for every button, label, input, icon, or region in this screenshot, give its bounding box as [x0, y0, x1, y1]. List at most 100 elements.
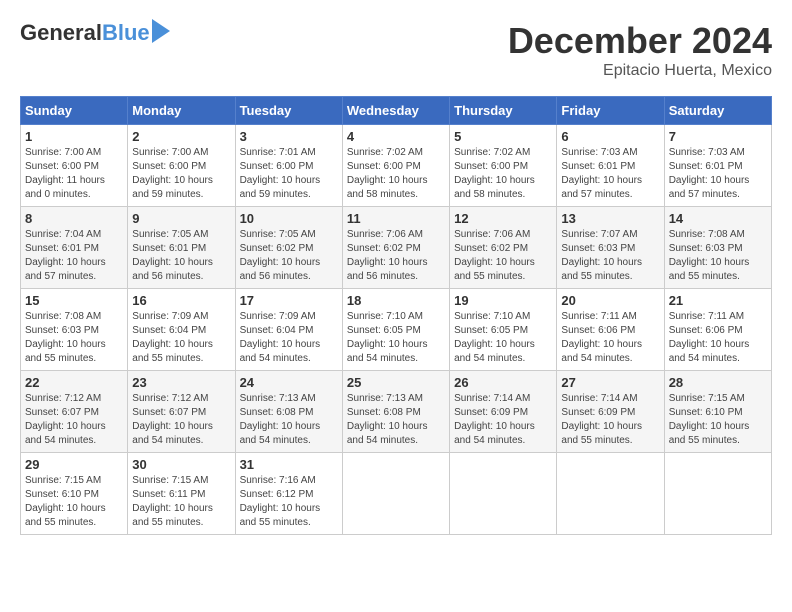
- day-info: Sunrise: 7:13 AM Sunset: 6:08 PM Dayligh…: [240, 392, 338, 448]
- calendar-week-row: 1 Sunrise: 7:00 AM Sunset: 6:00 PM Daylig…: [21, 125, 772, 207]
- day-info: Sunrise: 7:05 AM Sunset: 6:02 PM Dayligh…: [240, 228, 338, 284]
- day-info: Sunrise: 7:10 AM Sunset: 6:05 PM Dayligh…: [454, 310, 552, 366]
- calendar-day-cell: 17Sunrise: 7:09 AM Sunset: 6:04 PM Dayli…: [235, 289, 342, 371]
- day-number: 26: [454, 375, 552, 390]
- day-info: Sunrise: 7:07 AM Sunset: 6:03 PM Dayligh…: [561, 228, 659, 284]
- calendar-day-cell: 1 Sunrise: 7:00 AM Sunset: 6:00 PM Daylig…: [21, 125, 128, 207]
- day-info: Sunrise: 7:12 AM Sunset: 6:07 PM Dayligh…: [132, 392, 230, 448]
- day-number: 25: [347, 375, 445, 390]
- day-number: 20: [561, 293, 659, 308]
- calendar-day-cell: [664, 453, 771, 535]
- day-number: 28: [669, 375, 767, 390]
- day-number: 3: [240, 129, 338, 144]
- calendar-day-cell: 20 Sunrise: 7:11 AM Sunset: 6:06 PM Dayli…: [557, 289, 664, 371]
- logo: General Blue: [20, 20, 170, 46]
- day-info: Sunrise: 7:12 AM Sunset: 6:07 PM Dayligh…: [25, 392, 123, 448]
- calendar-day-cell: 5 Sunrise: 7:02 AM Sunset: 6:00 PM Daylig…: [450, 125, 557, 207]
- calendar-day-cell: 16 Sunrise: 7:09 AM Sunset: 6:04 PM Dayli…: [128, 289, 235, 371]
- location: Epitacio Huerta, Mexico: [508, 62, 772, 80]
- day-info: Sunrise: 7:10 AM Sunset: 6:05 PM Dayligh…: [347, 310, 445, 366]
- day-info: Sunrise: 7:11 AM Sunset: 6:06 PM Dayligh…: [669, 310, 767, 366]
- day-info: Sunrise: 7:02 AM Sunset: 6:00 PM Dayligh…: [454, 146, 552, 202]
- calendar-day-cell: 7 Sunrise: 7:03 AM Sunset: 6:01 PM Daylig…: [664, 125, 771, 207]
- calendar-header-row: SundayMondayTuesdayWednesdayThursdayFrid…: [21, 97, 772, 125]
- calendar-day-cell: 10 Sunrise: 7:05 AM Sunset: 6:02 PM Dayli…: [235, 207, 342, 289]
- logo-arrow-icon: [152, 19, 170, 43]
- day-number: 24: [240, 375, 338, 390]
- calendar-day-cell: 29 Sunrise: 7:15 AM Sunset: 6:10 PM Dayli…: [21, 453, 128, 535]
- day-info: Sunrise: 7:05 AM Sunset: 6:01 PM Dayligh…: [132, 228, 230, 284]
- day-info: Sunrise: 7:14 AM Sunset: 6:09 PM Dayligh…: [561, 392, 659, 448]
- calendar-day-cell: 11Sunrise: 7:06 AM Sunset: 6:02 PM Dayli…: [342, 207, 449, 289]
- day-number: 5: [454, 129, 552, 144]
- calendar-day-cell: 23 Sunrise: 7:12 AM Sunset: 6:07 PM Dayli…: [128, 371, 235, 453]
- day-number: 16: [132, 293, 230, 308]
- calendar-day-cell: 19 Sunrise: 7:10 AM Sunset: 6:05 PM Dayli…: [450, 289, 557, 371]
- calendar-header-day: Tuesday: [235, 97, 342, 125]
- day-info: Sunrise: 7:11 AM Sunset: 6:06 PM Dayligh…: [561, 310, 659, 366]
- day-number: 12: [454, 211, 552, 226]
- calendar-week-row: 15 Sunrise: 7:08 AM Sunset: 6:03 PM Dayli…: [21, 289, 772, 371]
- calendar-table: SundayMondayTuesdayWednesdayThursdayFrid…: [20, 96, 772, 535]
- logo-general: General: [20, 20, 102, 46]
- day-info: Sunrise: 7:03 AM Sunset: 6:01 PM Dayligh…: [561, 146, 659, 202]
- day-info: Sunrise: 7:15 AM Sunset: 6:11 PM Dayligh…: [132, 474, 230, 530]
- calendar-week-row: 29 Sunrise: 7:15 AM Sunset: 6:10 PM Dayli…: [21, 453, 772, 535]
- calendar-week-row: 8Sunrise: 7:04 AM Sunset: 6:01 PM Daylig…: [21, 207, 772, 289]
- day-info: Sunrise: 7:15 AM Sunset: 6:10 PM Dayligh…: [25, 474, 123, 530]
- day-info: Sunrise: 7:00 AM Sunset: 6:00 PM Dayligh…: [132, 146, 230, 202]
- day-number: 17: [240, 293, 338, 308]
- calendar-day-cell: 26 Sunrise: 7:14 AM Sunset: 6:09 PM Dayli…: [450, 371, 557, 453]
- calendar-day-cell: 4Sunrise: 7:02 AM Sunset: 6:00 PM Daylig…: [342, 125, 449, 207]
- calendar-day-cell: 21 Sunrise: 7:11 AM Sunset: 6:06 PM Dayli…: [664, 289, 771, 371]
- day-number: 7: [669, 129, 767, 144]
- day-number: 9: [132, 211, 230, 226]
- day-number: 22: [25, 375, 123, 390]
- calendar-day-cell: 25Sunrise: 7:13 AM Sunset: 6:08 PM Dayli…: [342, 371, 449, 453]
- month-title: December 2024: [508, 20, 772, 62]
- calendar-day-cell: [450, 453, 557, 535]
- day-info: Sunrise: 7:03 AM Sunset: 6:01 PM Dayligh…: [669, 146, 767, 202]
- day-number: 30: [132, 457, 230, 472]
- calendar-day-cell: 9 Sunrise: 7:05 AM Sunset: 6:01 PM Daylig…: [128, 207, 235, 289]
- day-number: 10: [240, 211, 338, 226]
- day-number: 29: [25, 457, 123, 472]
- calendar-day-cell: 14Sunrise: 7:08 AM Sunset: 6:03 PM Dayli…: [664, 207, 771, 289]
- day-info: Sunrise: 7:04 AM Sunset: 6:01 PM Dayligh…: [25, 228, 123, 284]
- day-number: 4: [347, 129, 445, 144]
- calendar-header-day: Friday: [557, 97, 664, 125]
- day-number: 15: [25, 293, 123, 308]
- calendar-header-day: Wednesday: [342, 97, 449, 125]
- logo-blue: Blue: [102, 20, 150, 46]
- page-header: General Blue December 2024 Epitacio Huer…: [20, 20, 772, 80]
- day-number: 23: [132, 375, 230, 390]
- calendar-day-cell: 31 Sunrise: 7:16 AM Sunset: 6:12 PM Dayli…: [235, 453, 342, 535]
- calendar-day-cell: 27 Sunrise: 7:14 AM Sunset: 6:09 PM Dayli…: [557, 371, 664, 453]
- day-number: 2: [132, 129, 230, 144]
- day-info: Sunrise: 7:09 AM Sunset: 6:04 PM Dayligh…: [132, 310, 230, 366]
- calendar-day-cell: [557, 453, 664, 535]
- calendar-day-cell: 18Sunrise: 7:10 AM Sunset: 6:05 PM Dayli…: [342, 289, 449, 371]
- day-number: 19: [454, 293, 552, 308]
- calendar-day-cell: 22 Sunrise: 7:12 AM Sunset: 6:07 PM Dayli…: [21, 371, 128, 453]
- day-number: 13: [561, 211, 659, 226]
- day-number: 27: [561, 375, 659, 390]
- calendar-day-cell: [342, 453, 449, 535]
- calendar-day-cell: 13 Sunrise: 7:07 AM Sunset: 6:03 PM Dayli…: [557, 207, 664, 289]
- day-info: Sunrise: 7:14 AM Sunset: 6:09 PM Dayligh…: [454, 392, 552, 448]
- calendar-day-cell: 2 Sunrise: 7:00 AM Sunset: 6:00 PM Daylig…: [128, 125, 235, 207]
- day-info: Sunrise: 7:08 AM Sunset: 6:03 PM Dayligh…: [25, 310, 123, 366]
- calendar-day-cell: 28 Sunrise: 7:15 AM Sunset: 6:10 PM Dayli…: [664, 371, 771, 453]
- calendar-week-row: 22 Sunrise: 7:12 AM Sunset: 6:07 PM Dayli…: [21, 371, 772, 453]
- title-area: December 2024 Epitacio Huerta, Mexico: [508, 20, 772, 80]
- day-info: Sunrise: 7:00 AM Sunset: 6:00 PM Dayligh…: [25, 146, 123, 202]
- calendar-day-cell: 8Sunrise: 7:04 AM Sunset: 6:01 PM Daylig…: [21, 207, 128, 289]
- day-info: Sunrise: 7:16 AM Sunset: 6:12 PM Dayligh…: [240, 474, 338, 530]
- day-info: Sunrise: 7:15 AM Sunset: 6:10 PM Dayligh…: [669, 392, 767, 448]
- day-info: Sunrise: 7:06 AM Sunset: 6:02 PM Dayligh…: [347, 228, 445, 284]
- day-number: 1: [25, 129, 123, 144]
- day-number: 6: [561, 129, 659, 144]
- day-number: 31: [240, 457, 338, 472]
- calendar-header-day: Sunday: [21, 97, 128, 125]
- day-number: 21: [669, 293, 767, 308]
